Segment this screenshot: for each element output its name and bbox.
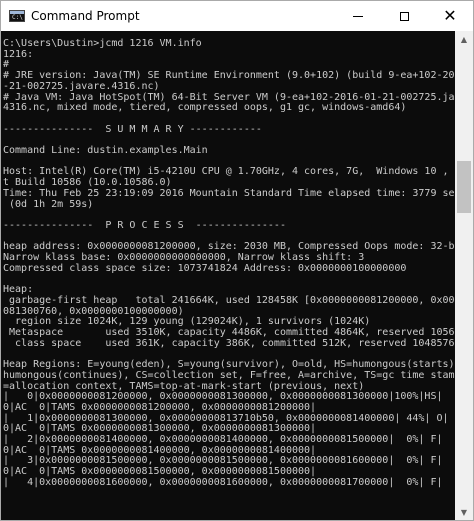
console-line: | 4|0x0000000081600000, 0x00000000816000…	[3, 476, 455, 488]
console-line: Heap Regions: E=young(eden), S=young(sur…	[3, 359, 455, 371]
console-line: 0|AC 0|TAMS 0x0000000081200000, 0x000000…	[3, 401, 317, 413]
console-line: #	[3, 59, 10, 71]
console-output[interactable]: C:\Users\Dustin>jcmd 1216 VM.info 1216: …	[1, 31, 455, 520]
console-line: region size 1024K, 129 young (129024K), …	[3, 316, 371, 328]
console-line: class space used 361K, capacity 386K, co…	[3, 337, 455, 349]
scroll-up-button[interactable]: ▲	[455, 31, 473, 48]
console-line: 081300760, 0x0000000100000000)	[3, 305, 184, 317]
minimize-button[interactable]	[335, 1, 381, 31]
console-line: | 0|0x0000000081200000, 0x00000000813000…	[3, 391, 455, 403]
maximize-icon	[399, 11, 409, 21]
console-line: --------------- S U M M A R Y ----------…	[3, 123, 262, 135]
console-line: -21-002725.javare.4316.nc)	[3, 80, 160, 92]
console-text: C:\Users\Dustin>jcmd 1216 VM.info 1216: …	[1, 31, 455, 489]
scroll-thumb[interactable]	[457, 161, 471, 214]
close-button[interactable]: ✕	[427, 1, 473, 31]
console-line: --------------- P R O C E S S ----------…	[3, 219, 286, 231]
console-line: humongous(continues), CS=collection set,…	[3, 369, 455, 381]
title-bar[interactable]: C:\ Command Prompt ✕	[1, 1, 473, 31]
console-line: garbage-first heap total 241664K, used 1…	[3, 294, 455, 306]
minimize-icon	[353, 15, 363, 17]
console-line: Command Line: dustin.examples.Main	[3, 145, 208, 157]
vertical-scrollbar[interactable]: ▲ ▼	[455, 31, 473, 520]
scroll-up-arrow-icon: ▲	[460, 35, 468, 44]
console-line: Host: Intel(R) Core(TM) i5-4210U CPU @ 1…	[3, 166, 455, 178]
console-line: t Build 10586 (10.0.10586.0)	[3, 177, 172, 189]
console-line: 0|AC 0|TAMS 0x0000000081400000, 0x000000…	[3, 444, 317, 456]
console-line: 4316.nc, mixed mode, tiered, compressed …	[3, 102, 407, 114]
window-title: Command Prompt	[31, 9, 140, 23]
command-prompt-window: C:\ Command Prompt ✕ C:\Users\Dustin>jcm…	[0, 0, 474, 521]
cmd-icon[interactable]: C:\	[9, 10, 25, 22]
maximize-button[interactable]	[381, 1, 427, 31]
console-line: (0d 1h 2m 59s)	[3, 198, 94, 210]
console-line: # Java VM: Java HotSpot(TM) 64-Bit Serve…	[3, 91, 455, 103]
console-line: Compressed class space size: 1073741824 …	[3, 262, 407, 274]
console-line: Heap:	[3, 284, 34, 296]
console-line: Time: Thu Feb 25 23:19:09 2016 Mountain …	[3, 187, 455, 199]
console-line: 0|AC 0|TAMS 0x0000000081500000, 0x000000…	[3, 466, 317, 478]
console-line: | 3|0x0000000081500000, 0x00000000815000…	[3, 455, 455, 467]
console-line: | 2|0x0000000081400000, 0x00000000814000…	[3, 434, 455, 446]
console-line: Metaspace used 3510K, capacity 4486K, co…	[3, 326, 455, 338]
console-line: # JRE version: Java(TM) SE Runtime Envir…	[3, 70, 455, 82]
scroll-down-arrow-icon: ▼	[460, 508, 468, 517]
console-line: =allocation context, TAMS=top-at-mark-st…	[3, 380, 365, 392]
close-icon: ✕	[443, 6, 457, 25]
console-line: | 1|0x0000000081300000, 0x00000000813710…	[3, 412, 455, 424]
console-line: 0|AC 0|TAMS 0x0000000081300000, 0x000000…	[3, 423, 317, 435]
console-line: C:\Users\Dustin>jcmd 1216 VM.info	[3, 38, 202, 49]
console-line: heap address: 0x0000000081200000, size: …	[3, 241, 455, 253]
console-line: 1216:	[3, 48, 34, 60]
console-line: Narrow klass base: 0x0000000000000000, N…	[3, 252, 365, 264]
scroll-down-button[interactable]: ▼	[455, 504, 473, 520]
